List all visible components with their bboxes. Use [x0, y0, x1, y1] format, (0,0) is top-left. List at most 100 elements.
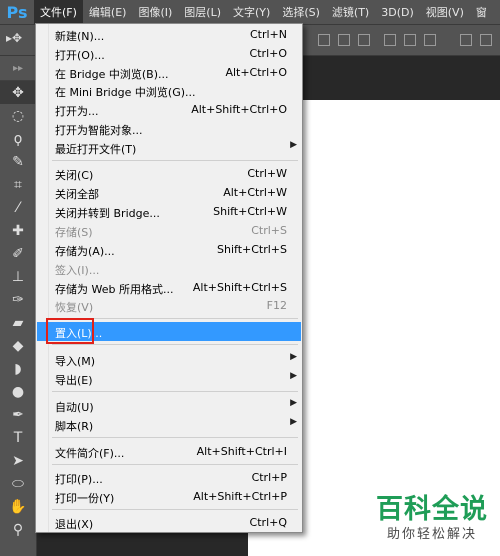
menu-window[interactable]: 窗 — [470, 0, 493, 24]
lasso-tool-icon[interactable]: ϙ — [0, 127, 36, 150]
menu-separator — [52, 509, 298, 510]
dodge-tool-icon[interactable]: ● — [0, 380, 36, 403]
menu-select[interactable]: 选择(S) — [276, 0, 326, 24]
menu-item-shortcut: Ctrl+P — [251, 471, 287, 484]
submenu-arrow-icon: ▶ — [290, 398, 297, 408]
menu-item-shortcut: F12 — [266, 299, 287, 312]
clone-stamp-tool-icon[interactable]: ⊥ — [0, 265, 36, 288]
menu-separator — [52, 160, 298, 161]
menu-item-browse-mini-bridge[interactable]: 在 Mini Bridge 中浏览(G)... — [37, 81, 301, 100]
menu-item-label: 关闭(C) — [55, 169, 94, 182]
menu-item-exit[interactable]: 退出(X) Ctrl+Q — [37, 513, 301, 532]
eyedropper-tool-icon[interactable]: ⁄ — [0, 196, 36, 219]
history-brush-tool-icon[interactable]: ✑ — [0, 288, 36, 311]
menu-item-label: 存储(S) — [55, 226, 93, 239]
crop-tool-icon[interactable]: ⌗ — [0, 173, 36, 196]
menu-item-open-smart-object[interactable]: 打开为智能对象... — [37, 119, 301, 138]
menu-item-label: 打开为... — [55, 105, 99, 118]
menu-item-shortcut: Alt+Shift+Ctrl+I — [196, 445, 287, 458]
menu-item-label: 在 Bridge 中浏览(B)... — [55, 68, 169, 81]
menu-item-save-for-web[interactable]: 存储为 Web 所用格式... Alt+Shift+Ctrl+S — [37, 278, 301, 297]
menu-item-label: 存储为(A)... — [55, 245, 115, 258]
align-top-icon[interactable] — [318, 34, 330, 46]
menu-item-automate[interactable]: 自动(U) ▶ — [37, 396, 301, 415]
eraser-tool-icon[interactable]: ▰ — [0, 311, 36, 334]
menu-item-new[interactable]: 新建(N)... Ctrl+N — [37, 25, 301, 44]
menu-item-shortcut: Alt+Shift+Ctrl+S — [192, 281, 287, 294]
menu-3d[interactable]: 3D(D) — [375, 0, 420, 24]
menu-type[interactable]: 文字(Y) — [227, 0, 276, 24]
menu-item-shortcut: Shift+Ctrl+W — [213, 205, 287, 218]
menu-item-open-as[interactable]: 打开为... Alt+Shift+Ctrl+O — [37, 100, 301, 119]
menu-item-shortcut: Alt+Shift+Ctrl+P — [193, 490, 287, 503]
menu-edit[interactable]: 编辑(E) — [83, 0, 133, 24]
align-middle-icon[interactable] — [338, 34, 350, 46]
menu-item-label: 打开为智能对象... — [55, 124, 143, 137]
zoom-tool-icon[interactable]: ⚲ — [0, 518, 36, 541]
type-tool-icon[interactable]: T — [0, 426, 36, 449]
quick-selection-tool-icon[interactable]: ✎ — [0, 150, 36, 173]
menu-item-browse-bridge[interactable]: 在 Bridge 中浏览(B)... Alt+Ctrl+O — [37, 63, 301, 82]
menu-item-close-to-bridge[interactable]: 关闭并转到 Bridge... Shift+Ctrl+W — [37, 202, 301, 221]
panel-grip-icon[interactable]: ▸▸ — [0, 56, 36, 81]
place-highlight-outline — [46, 318, 94, 344]
menu-item-close-all[interactable]: 关闭全部 Alt+Ctrl+W — [37, 183, 301, 202]
menu-item-import[interactable]: 导入(M) ▶ — [37, 350, 301, 369]
photoshop-logo: Ps — [6, 2, 28, 22]
align-right-icon[interactable] — [424, 34, 436, 46]
menu-item-shortcut: Ctrl+W — [247, 167, 287, 180]
pen-tool-icon[interactable]: ✒ — [0, 403, 36, 426]
blur-tool-icon[interactable]: ◗ — [0, 357, 36, 380]
menu-filter[interactable]: 滤镜(T) — [326, 0, 375, 24]
hand-tool-icon[interactable]: ✋ — [0, 495, 36, 518]
menu-view[interactable]: 视图(V) — [420, 0, 470, 24]
path-selection-tool-icon[interactable]: ➤ — [0, 449, 36, 472]
menu-item-label: 脚本(R) — [55, 420, 94, 433]
menu-item-check-in: 签入(I)... — [37, 259, 301, 278]
menu-item-save: 存储(S) Ctrl+S — [37, 221, 301, 240]
file-menu-dropdown: 新建(N)... Ctrl+N 打开(O)... Ctrl+O 在 Bridge… — [35, 23, 303, 533]
align-bottom-icon[interactable] — [358, 34, 370, 46]
menu-separator — [52, 391, 298, 392]
menu-separator — [52, 437, 298, 438]
paint-bucket-tool-icon[interactable]: ◆ — [0, 334, 36, 357]
menu-item-recent-files[interactable]: 最近打开文件(T) ▶ — [37, 138, 301, 157]
menu-item-label: 签入(I)... — [55, 264, 100, 277]
distribute-middle-icon[interactable] — [480, 34, 492, 46]
menu-layer[interactable]: 图层(L) — [178, 0, 227, 24]
menu-image[interactable]: 图像(I) — [132, 0, 178, 24]
move-tool-preset-icon[interactable]: ▸✥ — [6, 31, 26, 49]
brush-tool-icon[interactable]: ✐ — [0, 242, 36, 265]
watermark-title: 百科全说 — [376, 494, 488, 525]
menu-separator — [52, 344, 298, 345]
menu-item-shortcut: Alt+Shift+Ctrl+O — [191, 103, 287, 116]
watermark: 百科全说 助你轻松解决 — [372, 494, 492, 552]
align-center-icon[interactable] — [404, 34, 416, 46]
menu-item-label: 导出(E) — [55, 374, 93, 387]
menu-item-label: 存储为 Web 所用格式... — [55, 283, 174, 296]
menu-item-label: 自动(U) — [55, 401, 94, 414]
distribute-top-icon[interactable] — [460, 34, 472, 46]
menu-item-print-one-copy[interactable]: 打印一份(Y) Alt+Shift+Ctrl+P — [37, 487, 301, 506]
menu-item-shortcut: Ctrl+O — [249, 47, 287, 60]
healing-brush-tool-icon[interactable]: ✚ — [0, 219, 36, 242]
menu-item-export[interactable]: 导出(E) ▶ — [37, 369, 301, 388]
menu-item-shortcut: Ctrl+Q — [249, 516, 287, 529]
submenu-arrow-icon: ▶ — [290, 352, 297, 362]
marquee-tool-icon[interactable]: ◌ — [0, 104, 36, 127]
menu-item-open[interactable]: 打开(O)... Ctrl+O — [37, 44, 301, 63]
menu-item-revert: 恢复(V) F12 — [37, 296, 301, 315]
menu-item-shortcut: Shift+Ctrl+S — [217, 243, 287, 256]
menu-item-shortcut: Alt+Ctrl+W — [223, 186, 287, 199]
move-tool-icon[interactable]: ✥ — [0, 81, 36, 104]
shape-tool-icon[interactable]: ⬭ — [0, 472, 36, 495]
menu-item-shortcut: Ctrl+N — [249, 28, 287, 41]
menu-item-label: 打印(P)... — [55, 473, 103, 486]
align-left-icon[interactable] — [384, 34, 396, 46]
menu-item-file-info[interactable]: 文件简介(F)... Alt+Shift+Ctrl+I — [37, 442, 301, 461]
menu-item-print[interactable]: 打印(P)... Ctrl+P — [37, 468, 301, 487]
menu-item-close[interactable]: 关闭(C) Ctrl+W — [37, 164, 301, 183]
menu-item-save-as[interactable]: 存储为(A)... Shift+Ctrl+S — [37, 240, 301, 259]
menu-file[interactable]: 文件(F) — [34, 0, 83, 24]
menu-item-scripts[interactable]: 脚本(R) ▶ — [37, 415, 301, 434]
